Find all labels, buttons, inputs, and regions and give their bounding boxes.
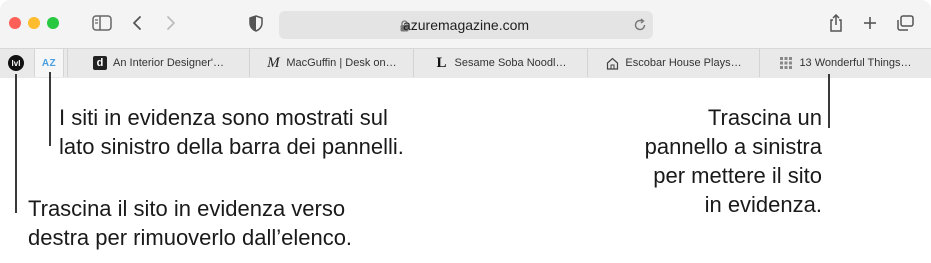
address-bar[interactable]: azuremagazine.com (279, 11, 653, 39)
callout-line: lato sinistro della barra dei pannelli. (59, 134, 404, 159)
tab[interactable]: d An Interior Designer'… (67, 49, 249, 77)
callout-line: per mettere il sito (653, 163, 822, 188)
forward-icon[interactable] (163, 12, 179, 34)
pinned-site-logo: lvl (8, 55, 24, 71)
tab[interactable]: Escobar House Plays… (587, 49, 759, 77)
callout-line: Trascina un (707, 105, 822, 130)
site-favicon: d (93, 56, 108, 70)
tab-bar: lvl AZ d An Interior Designer'… M MacGuf… (0, 48, 931, 78)
back-icon[interactable] (129, 12, 145, 34)
new-tab-icon[interactable] (861, 12, 879, 34)
toolbar: azuremagazine.com (0, 0, 931, 48)
callout-line: destra per rimuoverlo dall’elenco. (28, 225, 353, 250)
tab[interactable]: 13 Wonderful Things… (759, 49, 931, 77)
site-favicon: M (267, 54, 280, 71)
close-window-button[interactable] (9, 17, 21, 29)
tab-title: 13 Wonderful Things… (799, 57, 912, 69)
pinned-tab-1[interactable]: lvl (2, 49, 30, 77)
tab[interactable]: L Sesame Soba Noodl… (413, 49, 587, 77)
tab-title: Escobar House Plays… (625, 57, 742, 69)
tab[interactable]: M MacGuffin | Desk on… (249, 49, 413, 77)
callout-pinned-sites: I siti in evidenza sono mostrati sul lat… (59, 103, 529, 161)
zoom-window-button[interactable] (47, 17, 59, 29)
site-favicon: L (436, 54, 447, 71)
callout-line: in evidenza. (704, 192, 822, 217)
callout-leader-line (49, 72, 51, 146)
callout-pin-tab: Trascina un pannello a sinistra per mett… (562, 103, 822, 219)
browser-window: azuremagazine.com lvl AZ d An Interior D… (0, 0, 931, 78)
callout-leader-line (15, 74, 17, 213)
callout-line: pannello a sinistra (644, 134, 822, 159)
house-icon (605, 56, 619, 70)
minimize-window-button[interactable] (28, 17, 40, 29)
callout-line: Trascina il sito in evidenza verso (28, 196, 346, 221)
tab-overview-icon[interactable] (895, 12, 915, 34)
tab-title: MacGuffin | Desk on… (286, 57, 397, 69)
share-icon[interactable] (827, 12, 845, 34)
pinned-site-logo: AZ (41, 57, 57, 69)
callout-leader-line (828, 74, 830, 128)
tab-title: An Interior Designer'… (113, 57, 224, 69)
grid-icon (779, 56, 793, 70)
sidebar-icon[interactable] (91, 12, 113, 34)
reload-icon[interactable] (633, 18, 647, 37)
callout-unpin: Trascina il sito in evidenza verso destr… (28, 194, 488, 252)
privacy-shield-icon[interactable] (247, 12, 265, 34)
url-text: azuremagazine.com (402, 17, 530, 33)
tab-title: Sesame Soba Noodl… (454, 57, 567, 69)
callout-line: I siti in evidenza sono mostrati sul (59, 105, 388, 130)
